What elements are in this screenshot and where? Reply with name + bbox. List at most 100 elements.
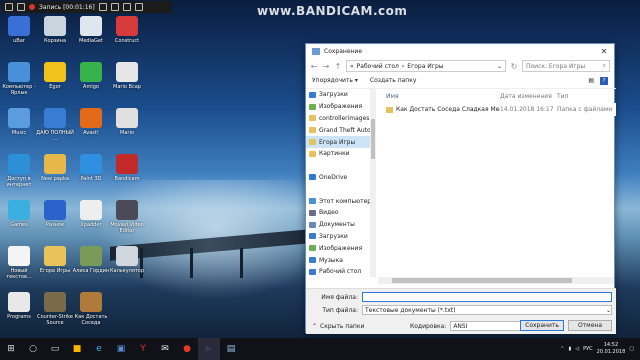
desktop-icon[interactable]: Egor [36,62,74,90]
mail-icon[interactable]: ✉ [154,338,176,360]
view-icon[interactable]: ▤ [588,77,594,85]
desktop-icon[interactable]: Movavi Video Editor [108,200,146,234]
desktop-icon[interactable]: Xpadder [72,200,110,228]
app-icon [80,200,102,220]
hide-folders-row[interactable]: ⌃ Скрыть папки [312,320,364,332]
tree-scrollbar[interactable] [370,89,376,277]
desktop-icon[interactable]: Amigo [72,62,110,90]
folder-icon[interactable]: ■ [66,338,88,360]
desktop-icon-label: Mario [120,130,134,136]
list-scrollbar[interactable] [378,277,614,284]
notepad-icon[interactable]: ▤ [220,338,242,360]
tree-item[interactable]: Документы [306,219,375,231]
close-icon[interactable] [134,3,143,11]
desktop-icon[interactable]: Games [0,200,38,228]
tree-item[interactable]: OneDrive [306,172,375,184]
desktop-icon[interactable]: Как Достать Соседа [72,292,110,326]
tree-item[interactable]: Рабочий стол [306,266,375,277]
desktop-icon[interactable]: Mario [108,108,146,136]
forward-icon[interactable]: → [322,62,330,71]
camera-icon[interactable] [122,3,131,11]
desktop-icon[interactable]: Avast! [72,108,110,136]
close-icon[interactable]: ✕ [594,47,614,56]
hide-folders-button[interactable]: Скрыть папки [320,323,364,330]
yandex-icon[interactable]: Y [132,338,154,360]
bandicam-icon[interactable]: ● [176,338,198,360]
breadcrumb-desktop[interactable]: Рабочий стол [357,63,399,70]
tree-item[interactable]: Изображения [306,242,375,254]
tree-item[interactable]: Изображения [306,101,375,113]
desktop-icon[interactable]: Корзина [36,16,74,44]
tree-item[interactable]: Загрузки [306,89,375,101]
file-row[interactable]: Как Достать Соседа Сладкая Месть 14.01.20… [378,103,616,116]
desktop-icon[interactable]: MediaGet [72,16,110,44]
desktop-icon[interactable]: Programs [0,292,38,320]
app-icon [8,62,30,82]
clock[interactable]: 14:52 20.01.2018 [597,342,626,356]
tree-item[interactable]: Картинки [306,148,375,160]
desktop-icon[interactable]: Music [0,108,38,136]
desktop-icon-label: Paint 3D [80,176,102,182]
movavi-icon[interactable]: ▶ [198,338,220,360]
column-type[interactable]: Тип [557,93,615,100]
tree-item[interactable]: Этот компьютер [306,195,375,207]
chevron-up-icon[interactable]: ⌃ [312,323,317,330]
volume-icon[interactable]: ◁ [575,346,579,352]
desktop-icon[interactable]: Paint 3D [72,154,110,182]
desktop-icon[interactable]: ДАЮ ПОЛНЫЙ ... [36,108,74,142]
save-button[interactable]: Сохранить [520,320,564,331]
folder-icon [309,209,316,216]
desktop-icon[interactable]: Construct [108,16,146,44]
desktop-icon[interactable]: Mario Bcap [108,62,146,90]
help-icon[interactable]: ? [600,76,608,85]
tree-item[interactable]: Загрузки [306,231,375,243]
back-icon[interactable]: ← [310,62,318,71]
refresh-icon[interactable]: ↻ [510,62,518,71]
tree-item[interactable]: Видео [306,207,375,219]
network-icon[interactable]: ▮ [568,346,571,352]
tree-item[interactable] [306,160,375,172]
desktop-icon[interactable]: Егора Игры [36,246,74,274]
task-view-icon[interactable]: ▭ [44,338,66,360]
desktop-icon[interactable]: Bandicam [108,154,146,182]
tree-item[interactable]: controllerimages [306,113,375,125]
desktop-icon[interactable]: Калькулятор [108,246,146,274]
desktop-icon[interactable]: Алиса Гордин [72,246,110,274]
desktop-icon[interactable]: Компьютер - Ярлык [0,62,38,96]
filename-field[interactable] [362,292,612,302]
column-name[interactable]: Имя [378,93,500,100]
chevron-up-icon[interactable]: ⌃ [560,346,564,352]
tree-item[interactable] [306,183,375,195]
stop-icon[interactable] [110,3,119,11]
desktop-icon[interactable]: Разное [36,200,74,228]
store-icon[interactable]: ▣ [110,338,132,360]
up-icon[interactable]: ↑ [334,62,342,71]
desktop-icon[interactable]: Counter-Strike Source [36,292,74,326]
app-icon [44,62,66,82]
tree-item[interactable]: Grand Theft Auto [306,124,375,136]
language-indicator[interactable]: РУС [583,346,593,352]
desktop-icon[interactable]: New papka [36,154,74,182]
breadcrumb-folder[interactable]: Егора Игры [407,63,443,70]
chevron-down-icon[interactable]: ⌄ [497,63,502,70]
notifications-icon[interactable]: ▢ [629,346,634,352]
search-input[interactable]: Поиск: Егора Игры ⌕ [522,60,610,72]
desktop-icon[interactable]: uBar [0,16,38,44]
fullscreen-icon[interactable] [17,3,25,11]
start-icon[interactable]: ⊞ [0,338,22,360]
organize-button[interactable]: Упорядочить ▾ [312,77,358,84]
address-bar[interactable]: « Рабочий стол › Егора Игры ⌄ [346,60,506,72]
window-icon[interactable] [5,3,13,11]
tree-item[interactable]: Егора Игры [306,136,375,148]
tree-item[interactable]: Музыка [306,254,375,266]
column-date[interactable]: Дата изменения [500,93,557,100]
desktop-icon[interactable]: Новый текстов... [0,246,38,280]
desktop-icon[interactable]: Доступ в интернет [0,154,38,188]
search-icon[interactable]: ○ [22,338,44,360]
cancel-button[interactable]: Отмена [568,320,612,331]
edge-icon[interactable]: e [88,338,110,360]
tree-item-label: OneDrive [319,173,348,181]
new-folder-button[interactable]: Создать папку [370,77,417,84]
filetype-select[interactable]: Текстовые документы (*.txt) ⌄ [362,305,612,315]
pause-icon[interactable] [98,3,107,11]
